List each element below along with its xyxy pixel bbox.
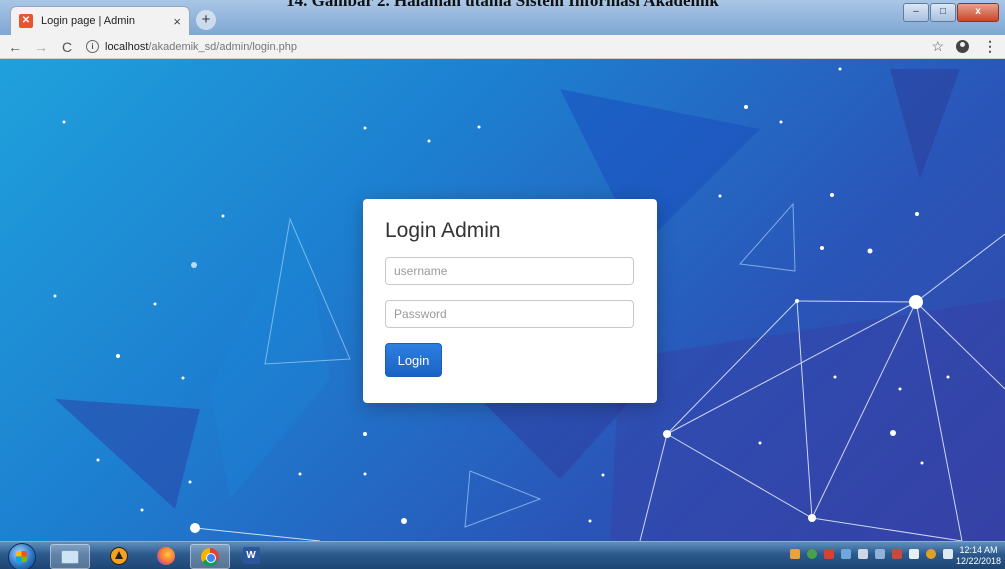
profile-icon[interactable] [956, 40, 969, 53]
clock-time: 12:14 AM [959, 545, 998, 555]
document-caption: 14. Gambar 2. Halaman utama Sistem Infor… [286, 0, 719, 10]
bookmark-star-icon[interactable]: ☆ [931, 38, 944, 55]
new-tab-button[interactable]: + [196, 10, 216, 30]
tray-app-icon[interactable] [892, 549, 902, 559]
network-status-icon[interactable] [926, 549, 936, 559]
back-icon[interactable]: ← [4, 39, 26, 55]
network-icon [61, 549, 79, 564]
forward-icon[interactable]: → [30, 39, 52, 55]
login-title: Login Admin [385, 219, 501, 242]
start-button[interactable] [8, 543, 36, 569]
browser-toolbar: ← → C i localhost/akademik_sd/admin/logi… [0, 35, 1005, 59]
username-input[interactable] [385, 257, 634, 285]
bg-shape [890, 69, 960, 179]
volume-icon[interactable] [943, 549, 953, 559]
url-host: localhost [105, 40, 149, 53]
firefox-icon [157, 546, 175, 565]
menu-icon[interactable]: ⋮ [983, 38, 997, 55]
tray-app-icon[interactable] [841, 549, 851, 559]
tray-app-icon[interactable] [858, 549, 868, 559]
bg-outline-triangle [739, 202, 796, 272]
word-icon: W [242, 547, 260, 564]
tray-app-icon[interactable] [875, 549, 885, 559]
taskbar-network-app[interactable] [50, 544, 90, 569]
tray-app-icon[interactable] [807, 549, 817, 559]
chrome-icon [201, 547, 219, 566]
taskbar-clock[interactable]: 12:14 AM 12/22/2018 [956, 545, 1001, 567]
bg-shape [610, 299, 1005, 541]
login-button[interactable]: Login [385, 343, 442, 377]
address-bar[interactable]: i localhost/akademik_sd/admin/login.php [86, 40, 931, 53]
xampp-icon: ✕ [19, 14, 33, 28]
reload-icon[interactable]: C [56, 39, 78, 55]
tray-app-icon[interactable] [790, 549, 800, 559]
taskbar-firefox-app[interactable] [147, 544, 185, 567]
taskbar-word-app[interactable]: W [232, 544, 270, 567]
tab-close-icon[interactable]: × [173, 14, 181, 29]
battery-icon[interactable] [909, 549, 919, 559]
bg-shape [55, 399, 200, 509]
tab-title: Login page | Admin [41, 15, 135, 27]
url-path: /akademik_sd/admin/login.php [148, 40, 298, 53]
windows-taskbar: W 12:14 AM 12/22/2018 [0, 541, 1005, 569]
clock-date: 12/22/2018 [955, 556, 1001, 566]
url-text[interactable]: localhost/akademik_sd/admin/login.php [105, 41, 297, 53]
page-viewport: Login Admin Login [0, 59, 1005, 541]
bg-outline-triangle [464, 470, 542, 528]
taskbar-avast-app[interactable] [100, 544, 138, 567]
system-tray [790, 549, 953, 559]
tray-app-icon[interactable] [824, 549, 834, 559]
taskbar-chrome-app[interactable] [190, 544, 230, 569]
password-input[interactable] [385, 300, 634, 328]
login-card: Login Admin Login [363, 199, 657, 403]
bg-shape [210, 209, 330, 499]
avast-icon [110, 546, 128, 565]
screen: 14. Gambar 2. Halaman utama Sistem Infor… [0, 0, 1005, 569]
info-icon[interactable]: i [86, 40, 99, 53]
